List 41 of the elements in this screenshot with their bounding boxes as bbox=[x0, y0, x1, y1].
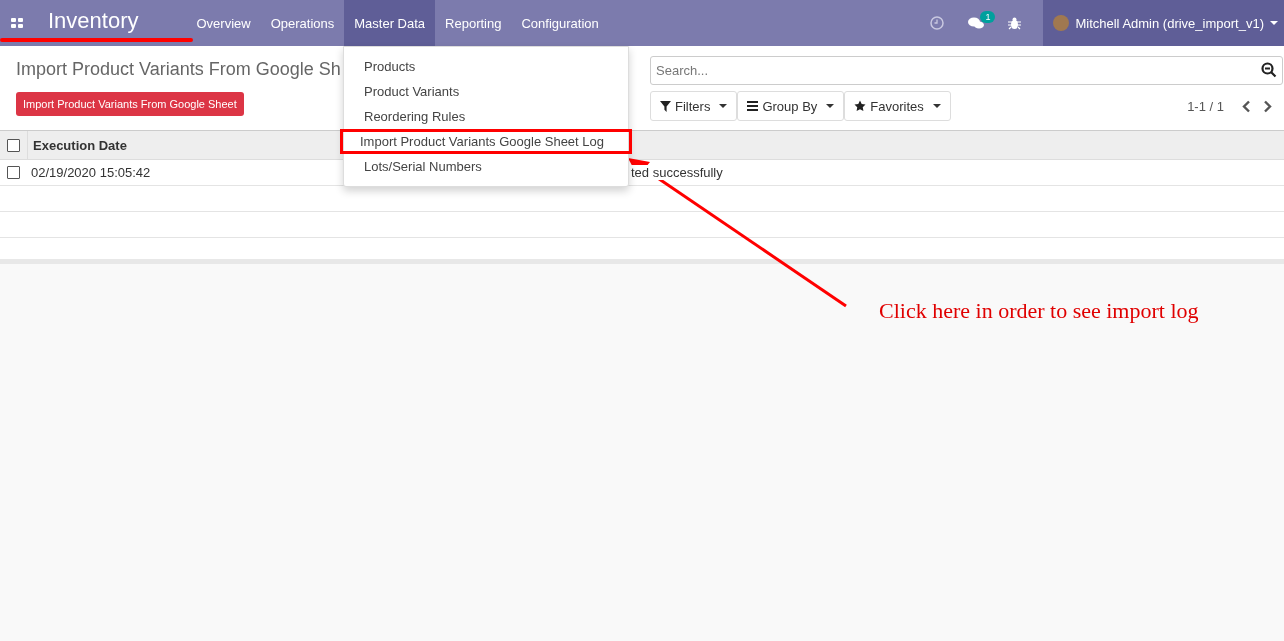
column-header[interactable]: Execution Date bbox=[27, 131, 127, 159]
select-all-checkbox[interactable] bbox=[7, 138, 20, 152]
bug-icon bbox=[1008, 16, 1022, 30]
star-icon bbox=[854, 100, 867, 112]
menu-item[interactable]: Reporting bbox=[435, 0, 512, 46]
pager-counter: 1-1 / 1 bbox=[1187, 98, 1224, 114]
dropdown-item[interactable]: Reordering Rules bbox=[344, 104, 628, 129]
clock-icon bbox=[930, 16, 945, 30]
import-button[interactable]: Import Product Variants From Google Sheet bbox=[16, 92, 244, 116]
row-checkbox[interactable] bbox=[7, 166, 20, 179]
chevron-left-icon bbox=[1242, 99, 1251, 113]
message-count-badge: 1 bbox=[980, 11, 996, 23]
list-icon bbox=[747, 101, 759, 111]
search-option-button[interactable]: Favorites bbox=[844, 91, 951, 121]
dropdown-item[interactable]: Products bbox=[344, 54, 628, 79]
app-title: Inventory bbox=[48, 7, 139, 35]
caret-icon bbox=[932, 104, 941, 108]
avatar-icon bbox=[1053, 15, 1070, 31]
dropdown-item[interactable]: Product Variants bbox=[344, 79, 628, 104]
dropdown-item[interactable]: Lots/Serial Numbers bbox=[344, 154, 628, 179]
page-title: Import Product Variants From Google Sh bbox=[16, 59, 341, 80]
search-field[interactable]: Search... bbox=[650, 56, 1283, 85]
table-cell: ted successfully bbox=[631, 165, 723, 180]
menu-item[interactable]: Master Data bbox=[344, 0, 436, 46]
search-option-button[interactable]: Filters bbox=[650, 91, 738, 121]
search-icon bbox=[1261, 62, 1277, 78]
menu-item[interactable]: Overview bbox=[186, 0, 261, 46]
grid-icon bbox=[11, 18, 23, 28]
chevron-right-icon bbox=[1263, 99, 1272, 113]
menu-item[interactable]: Configuration bbox=[511, 0, 609, 46]
user-menu[interactable]: Mitchell Admin (drive_import_v1) bbox=[1043, 0, 1284, 46]
chat-icon bbox=[968, 16, 985, 30]
dropdown-item[interactable]: Import Product Variants Google Sheet Log bbox=[340, 129, 632, 154]
menu-item[interactable]: Operations bbox=[260, 0, 345, 46]
annotation-text: Click here in order to see import log bbox=[879, 298, 1199, 324]
table-cell-text: 02/19/2020 15:05:42 bbox=[30, 165, 151, 180]
caret-icon bbox=[826, 104, 835, 108]
filter-icon bbox=[660, 100, 671, 112]
search-option-button[interactable]: Group By bbox=[737, 91, 845, 121]
caret-icon bbox=[719, 104, 728, 108]
caret-icon bbox=[1270, 21, 1278, 25]
